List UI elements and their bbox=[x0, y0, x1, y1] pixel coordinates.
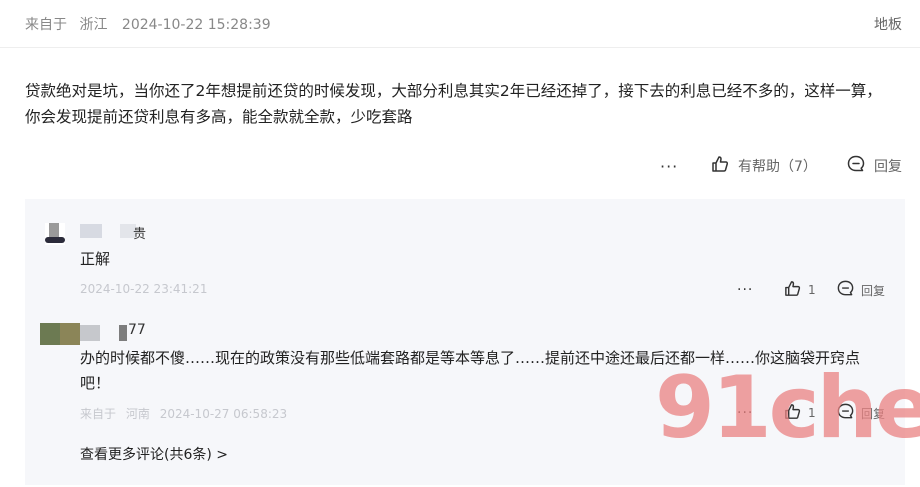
reply-label: 回复 bbox=[861, 283, 886, 298]
comment-text: 贷款绝对是坑，当你还了2年想提前还贷的时候发现，大部分利息其实2年已经还掉了，接… bbox=[25, 82, 882, 126]
from-label: 来自于 bbox=[80, 407, 117, 421]
reply-timestamp: 2024-10-22 23:41:21 bbox=[80, 282, 208, 296]
avatar[interactable] bbox=[40, 323, 80, 345]
thumbs-up-icon bbox=[710, 154, 730, 178]
from-label: 来自于 bbox=[25, 17, 67, 33]
username[interactable]: 贵 bbox=[133, 223, 146, 242]
watermark-logo: 91che bbox=[655, 358, 920, 458]
reply-meta: 来自于 河南 2024-10-27 06:58:23 bbox=[80, 405, 293, 422]
helpful-button[interactable]: 有帮助（7） bbox=[710, 154, 817, 178]
reply-button[interactable]: 回复 bbox=[846, 154, 902, 178]
floor-label: 地板 bbox=[874, 17, 902, 33]
reply-like-button[interactable]: 1 bbox=[783, 280, 816, 300]
reply-text: 正解 bbox=[80, 250, 111, 268]
reply-more-button[interactable]: ··· bbox=[737, 280, 753, 300]
helpful-label: 有帮助（7） bbox=[738, 159, 817, 175]
location: 浙江 bbox=[79, 17, 108, 33]
comment-meta: 来自于 浙江 2024-10-22 15:28:39 bbox=[25, 14, 279, 34]
timestamp: 2024-10-22 15:28:39 bbox=[121, 17, 271, 33]
more-button[interactable]: ··· bbox=[660, 154, 678, 178]
username-mask bbox=[80, 325, 100, 341]
username-mask bbox=[80, 224, 102, 238]
reply-label: 回复 bbox=[874, 159, 902, 175]
location: 河南 bbox=[125, 407, 150, 421]
reply-timestamp: 2024-10-27 06:58:23 bbox=[159, 407, 288, 421]
thumbs-up-icon bbox=[783, 279, 802, 301]
more-dots-icon: ··· bbox=[660, 156, 679, 176]
username[interactable]: 77 bbox=[128, 322, 146, 338]
comment-meta-bar: 来自于 浙江 2024-10-22 15:28:39 地板 bbox=[0, 0, 920, 48]
username-mask bbox=[119, 325, 127, 341]
like-count: 1 bbox=[808, 283, 816, 297]
comment-bubble-icon bbox=[836, 279, 855, 301]
view-more-comments-link[interactable]: 查看更多评论(共6条) > bbox=[80, 444, 228, 464]
reply-reply-button[interactable]: 回复 bbox=[836, 280, 885, 300]
comment-bubble-icon bbox=[846, 154, 866, 178]
avatar[interactable] bbox=[45, 223, 65, 245]
more-dots-icon: ··· bbox=[737, 282, 754, 298]
